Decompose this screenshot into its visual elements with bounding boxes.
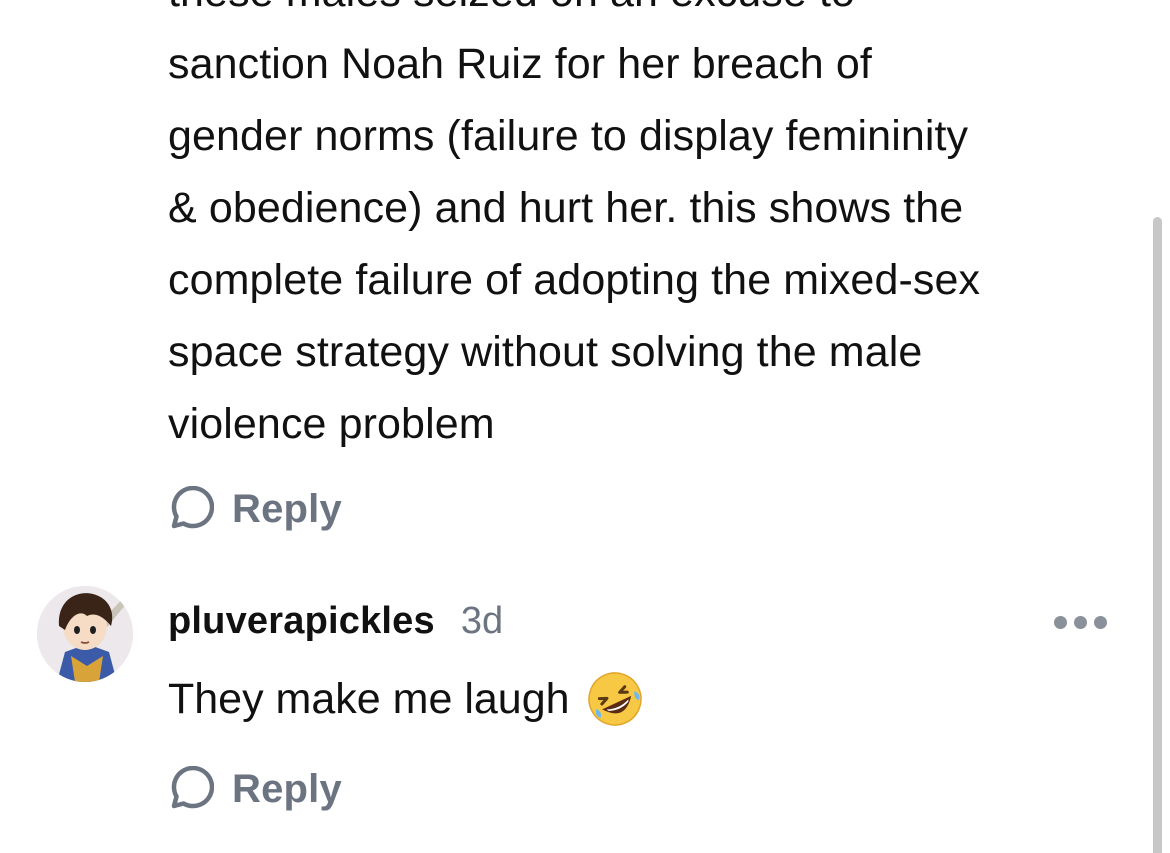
dot-icon (1054, 616, 1067, 629)
speech-bubble-icon (171, 766, 214, 809)
avatar-image (37, 586, 133, 682)
comment-line: complete failure of adopting the mixed-s… (168, 256, 981, 304)
laughing-emoji-icon (587, 672, 642, 726)
comment-line: sanction Noah Ruiz for her breach of (168, 40, 872, 88)
comment-line: violence problem (168, 400, 495, 448)
username[interactable]: pluverapickles (168, 600, 435, 643)
reply-button[interactable]: Reply (168, 766, 342, 812)
more-options-button[interactable] (1054, 616, 1107, 629)
avatar[interactable] (37, 586, 133, 682)
comment-line: space strategy without solving the male (168, 328, 923, 376)
comment-line: these males seized on an excuse to (168, 0, 1128, 28)
timestamp: 3d (460, 600, 504, 642)
comment-line: & obedience) and hurt her. this shows th… (168, 184, 964, 232)
comment-line: gender norms (failure to display feminin… (168, 112, 969, 160)
reply-label: Reply (232, 486, 342, 531)
comment-text-label: They make me laugh (168, 675, 570, 723)
speech-bubble-icon (171, 486, 214, 529)
scrollbar-thumb[interactable] (1153, 217, 1162, 853)
reply-button[interactable]: Reply (168, 486, 342, 532)
comment-text: They make me laugh (168, 665, 644, 733)
comment-header: pluverapickles 3d (168, 600, 503, 643)
reply-label: Reply (232, 766, 342, 811)
dot-icon (1074, 616, 1087, 629)
dot-icon (1094, 616, 1107, 629)
comment-body: these males seized on an excuse to sanct… (168, 0, 1128, 460)
